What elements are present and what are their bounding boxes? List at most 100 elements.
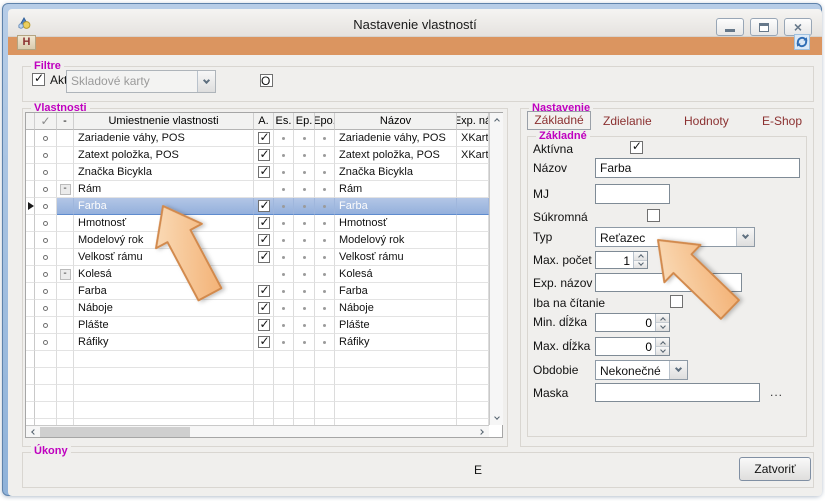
group-collapse-cell[interactable]: -: [57, 266, 74, 283]
table-row[interactable]: PláštePlášte: [26, 317, 489, 334]
active-checkbox-cell: [254, 402, 274, 419]
spin-down-button[interactable]: [656, 347, 669, 355]
es-cell: [274, 232, 294, 249]
h-button[interactable]: H: [17, 35, 36, 50]
exp-nazov-input[interactable]: [595, 273, 742, 292]
spin-up-button[interactable]: [656, 338, 669, 347]
table-row[interactable]: -RámRám: [26, 181, 489, 198]
table-row[interactable]: Značka BicyklaZnačka Bicykla: [26, 164, 489, 181]
collapse-icon[interactable]: -: [60, 269, 71, 280]
table-row[interactable]: HmotnosťHmotnosť: [26, 215, 489, 232]
header-es[interactable]: Es.: [274, 113, 294, 130]
header-epo[interactable]: Epo.: [315, 113, 335, 130]
header-name[interactable]: Názov: [335, 113, 457, 130]
row-active-checkbox[interactable]: [258, 149, 270, 161]
table-row[interactable]: -KolesáKolesá: [26, 266, 489, 283]
row-active-checkbox[interactable]: [258, 132, 270, 144]
table-row[interactable]: Zatext položka, POSZatext položka, POSXK…: [26, 147, 489, 164]
table-row[interactable]: Modelový rokModelový rok: [26, 232, 489, 249]
table-row[interactable]: Velkosť rámuVelkosť rámu: [26, 249, 489, 266]
spin-down-button[interactable]: [634, 261, 647, 269]
tab-eshop[interactable]: E-Shop: [762, 114, 802, 128]
row-active-checkbox[interactable]: [258, 166, 270, 178]
scroll-down-button[interactable]: [490, 412, 503, 425]
header-check[interactable]: ✓: [35, 113, 57, 130]
zatvorit-button[interactable]: Zatvoriť: [739, 457, 811, 481]
sukromna-checkbox[interactable]: [647, 209, 660, 222]
dot-icon: [323, 205, 326, 208]
location-cell: Plášte: [74, 317, 254, 334]
dot-icon: [303, 307, 306, 310]
table-row[interactable]: Zariadenie váhy, POSZariadenie váhy, POS…: [26, 130, 489, 147]
table-row[interactable]: NábojeNáboje: [26, 300, 489, 317]
nazov-label: Názov: [533, 161, 567, 175]
max-pocet-spinner[interactable]: 1: [595, 251, 648, 269]
tab-hodnoty[interactable]: Hodnoty: [684, 114, 729, 128]
max-dlzka-spinner[interactable]: 0: [595, 337, 670, 356]
es-cell: [274, 317, 294, 334]
row-active-checkbox[interactable]: [258, 319, 270, 331]
row-selector-cell: [26, 181, 35, 198]
vertical-scrollbar[interactable]: [489, 113, 503, 425]
title-bar[interactable]: Nastavenie vlastností ×: [8, 9, 822, 37]
maska-input[interactable]: [595, 383, 760, 402]
tab-zakladne[interactable]: Základné: [527, 111, 591, 130]
horizontal-scroll-thumb[interactable]: [40, 427, 190, 437]
row-active-checkbox[interactable]: [258, 285, 270, 297]
scroll-up-button[interactable]: [490, 113, 503, 126]
row-active-checkbox[interactable]: [258, 302, 270, 314]
active-filter-checkbox[interactable]: [32, 73, 45, 86]
header-selector[interactable]: [26, 113, 35, 130]
nazov-input[interactable]: [595, 158, 800, 178]
group-collapse-cell[interactable]: -: [57, 181, 74, 198]
ep-cell: [294, 215, 315, 232]
row-selector-cell: [26, 198, 35, 215]
name-cell: [335, 402, 457, 419]
min-dlzka-label: Min. dĺžka: [533, 315, 587, 329]
typ-combobox[interactable]: Reťazec: [595, 227, 755, 247]
collapse-icon[interactable]: -: [60, 184, 71, 195]
spin-down-button[interactable]: [656, 323, 669, 331]
scroll-left-button[interactable]: [26, 426, 39, 437]
table-row[interactable]: FarbaFarba: [26, 283, 489, 300]
group-collapse-cell: [57, 317, 74, 334]
exp-name-cell: [457, 334, 489, 351]
horizontal-scrollbar[interactable]: [26, 425, 489, 437]
maximize-button[interactable]: [750, 18, 778, 36]
card-type-combobox[interactable]: Skladové karty: [66, 70, 216, 93]
maska-more-button[interactable]: ...: [770, 385, 783, 399]
card-type-dropdown-button[interactable]: [197, 71, 215, 92]
row-active-checkbox[interactable]: [258, 251, 270, 263]
table-row[interactable]: RáfikyRáfiky: [26, 334, 489, 351]
refresh-icon[interactable]: [794, 34, 810, 50]
header-exp[interactable]: Exp. ná: [457, 113, 489, 130]
dot-icon: [323, 171, 326, 174]
row-active-checkbox[interactable]: [258, 336, 270, 348]
table-row[interactable]: FarbaFarba: [26, 198, 489, 215]
tab-zdielanie[interactable]: Zdielanie: [603, 114, 652, 128]
minimize-button[interactable]: [716, 18, 744, 36]
iba-na-citanie-checkbox[interactable]: [670, 295, 683, 308]
header-a[interactable]: A.: [254, 113, 274, 130]
min-dlzka-spinner[interactable]: 0: [595, 313, 670, 332]
obdobie-dropdown-button[interactable]: [669, 361, 687, 379]
table-empty-row: [26, 351, 489, 368]
mj-input[interactable]: [595, 184, 670, 204]
aktivna-checkbox[interactable]: [630, 141, 643, 154]
obdobie-combobox[interactable]: Nekonečné: [595, 360, 688, 380]
header-ep[interactable]: Ep.: [294, 113, 315, 130]
es-cell: [274, 215, 294, 232]
typ-dropdown-button[interactable]: [736, 228, 754, 246]
row-active-checkbox[interactable]: [258, 200, 270, 212]
header-location[interactable]: Umiestnenie vlastnosti: [74, 113, 254, 130]
row-active-checkbox[interactable]: [258, 217, 270, 229]
dot-icon: [303, 205, 306, 208]
scroll-right-button[interactable]: [476, 426, 489, 437]
spin-up-button[interactable]: [656, 314, 669, 323]
row-active-checkbox[interactable]: [258, 234, 270, 246]
maska-label: Maska: [533, 386, 568, 400]
dot-icon: [282, 188, 285, 191]
header-minus[interactable]: -: [57, 113, 74, 130]
status-cell: [35, 402, 57, 419]
location-cell: Náboje: [74, 300, 254, 317]
